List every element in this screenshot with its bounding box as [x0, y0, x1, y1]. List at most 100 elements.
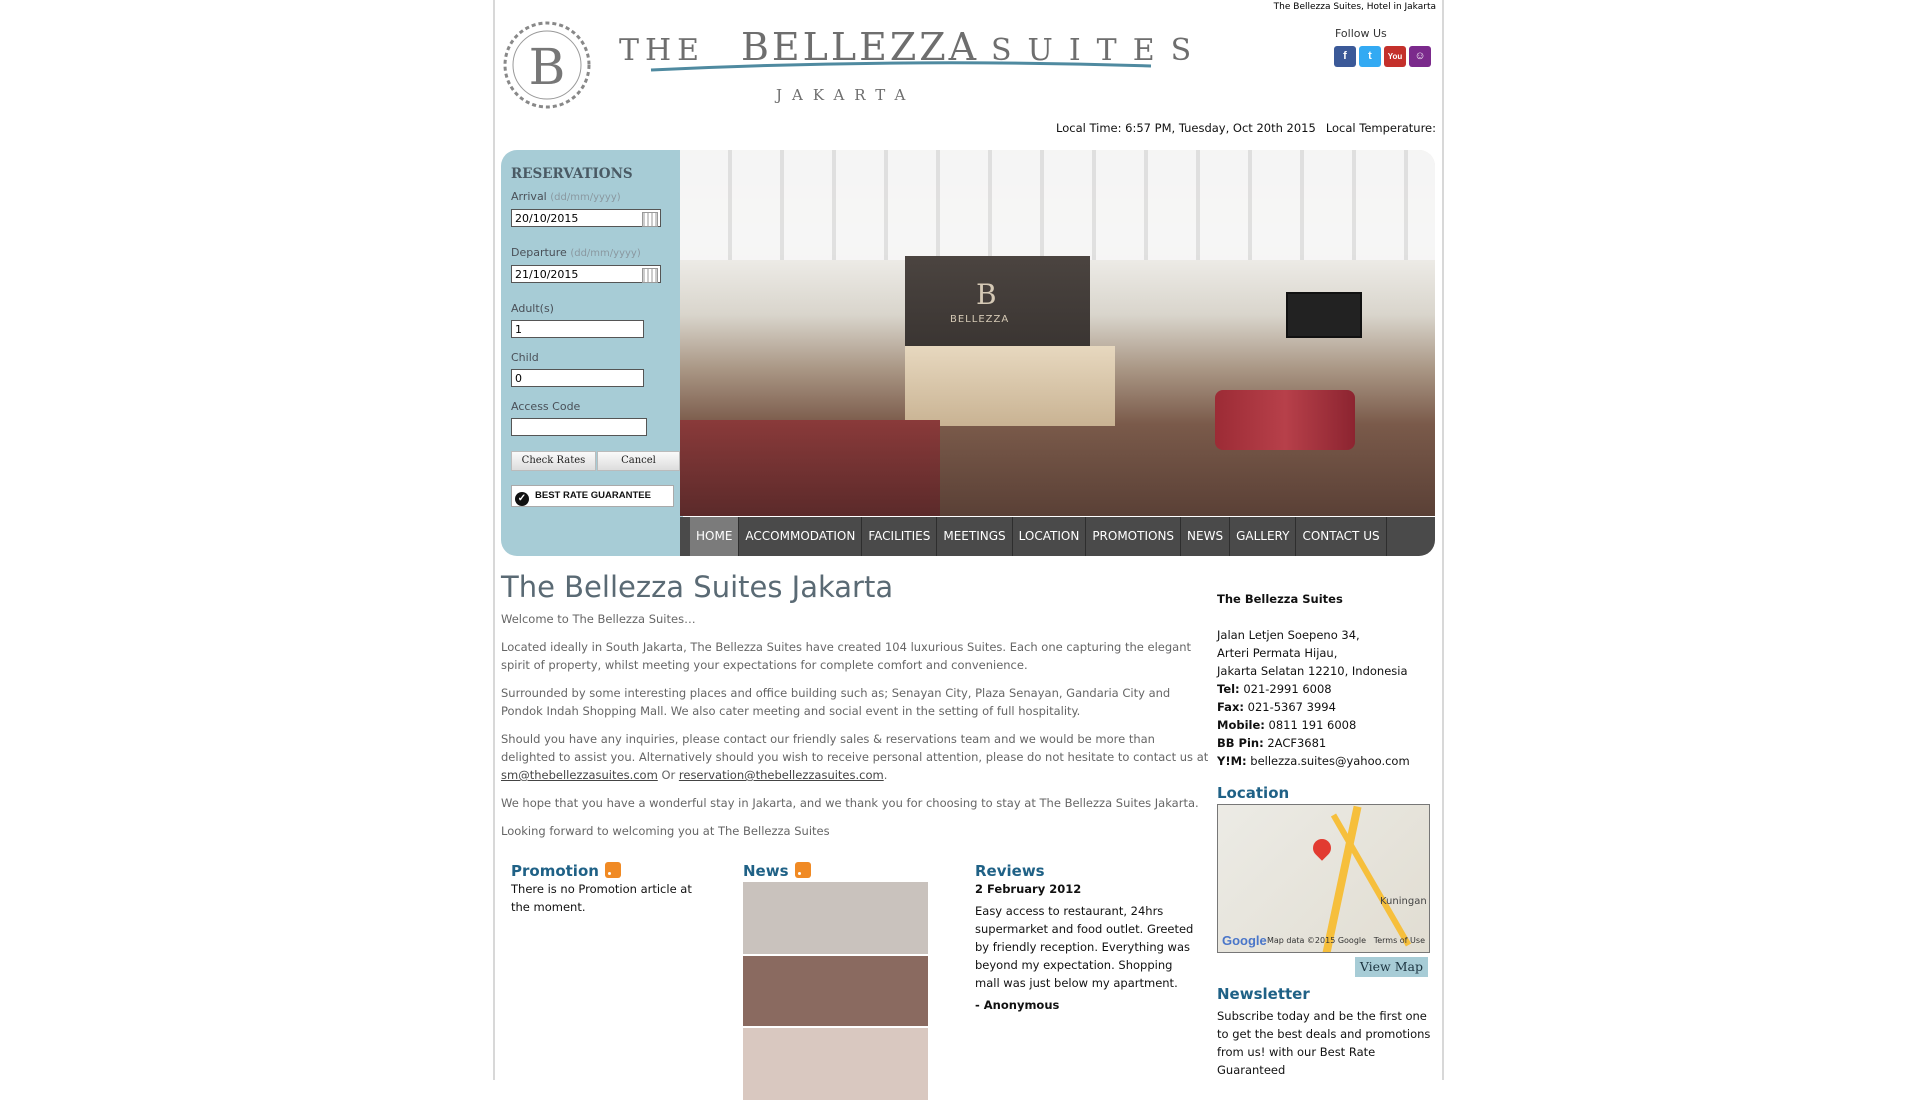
access-code-label: Access Code — [511, 400, 581, 413]
adults-input[interactable]: 1 — [511, 320, 644, 338]
newsletter-text: Subscribe today and be the first one to … — [1217, 1009, 1431, 1077]
view-map-button[interactable]: View Map — [1354, 957, 1428, 977]
surroundings-paragraph: Surrounded by some interesting places an… — [501, 686, 1171, 718]
hero-ceiling — [680, 150, 1435, 260]
page-title: The Bellezza Suites Jakarta — [501, 570, 894, 604]
sales-email-link[interactable]: sm@thebellezzasuites.com — [501, 768, 658, 782]
hero-desk-text: BELLEZZA — [950, 314, 1010, 325]
sidebar: The Bellezza Suites Jalan Letjen Soepeno… — [1217, 590, 1432, 1079]
closing-paragraph: Looking forward to welcoming you at The … — [501, 824, 830, 838]
local-time: Local Time: 6:57 PM, Tuesday, Oct 20th 2… — [1056, 121, 1316, 135]
review-author: - Anonymous — [975, 998, 1060, 1012]
departure-hint: (dd/mm/yyyy) — [570, 248, 641, 259]
child-label: Child — [511, 351, 539, 364]
terms-of-use-link[interactable]: Terms of Use — [1374, 936, 1425, 945]
logo-city: JAKARTA — [774, 86, 915, 104]
checkmark-icon: ✓ — [515, 492, 529, 506]
rss-icon[interactable] — [604, 862, 621, 878]
promotion-title[interactable]: Promotion — [511, 862, 711, 880]
google-logo: Google — [1222, 933, 1267, 948]
departure-label: Departure (dd/mm/yyyy) — [511, 246, 641, 259]
access-code-input[interactable] — [511, 418, 647, 436]
welcome-text: Welcome to The Bellezza Suites… — [501, 612, 696, 626]
bb-pin-row: BB Pin: 2ACF3681 — [1217, 736, 1327, 750]
nav-accommodation[interactable]: ACCOMMODATION — [739, 517, 863, 556]
tel-row: Tel: 021-2991 6008 — [1217, 682, 1332, 696]
laurel-emblem: B — [503, 21, 591, 109]
hero-rug — [680, 420, 940, 516]
address-line-3: Jakarta Selatan 12210, Indonesia — [1217, 664, 1408, 678]
arrival-value: 20/10/2015 — [515, 212, 579, 225]
contact-paragraph: Should you have any inquiries, please co… — [501, 732, 1209, 782]
intro-paragraph: Located ideally in South Jakarta, The Be… — [501, 640, 1192, 672]
location-title: Location — [1217, 784, 1290, 802]
nav-gallery[interactable]: GALLERY — [1230, 517, 1297, 556]
newsletter-title: Newsletter — [1217, 985, 1310, 1003]
news-section: News — [743, 862, 933, 1100]
main-nav: HOME ACCOMMODATION FACILITIES MEETINGS L… — [680, 517, 1435, 556]
hero-tv — [1286, 292, 1362, 338]
arrival-date-input[interactable]: 20/10/2015 — [511, 209, 661, 227]
best-rate-label: BEST RATE GUARANTEE — [535, 490, 651, 501]
map-attribution: Map data ©2015 Google Terms of Use — [1266, 936, 1425, 945]
reservation-email-link[interactable]: reservation@thebellezzasuites.com — [679, 768, 884, 782]
address-line-2: Arteri Permata Hijau, — [1217, 646, 1338, 660]
arrival-hint: (dd/mm/yyyy) — [550, 192, 621, 203]
promotion-text: There is no Promotion article at the mom… — [511, 882, 692, 914]
fax-row: Fax: 021-5367 3994 — [1217, 700, 1336, 714]
map-place-label: Kuningan — [1380, 896, 1427, 907]
nav-meetings[interactable]: MEETINGS — [937, 517, 1013, 556]
nav-home[interactable]: HOME — [690, 517, 740, 556]
youtube-icon[interactable]: You — [1384, 46, 1406, 67]
best-rate-guarantee-badge[interactable]: ✓ BEST RATE GUARANTEE — [511, 485, 674, 507]
reservations-title: RESERVATIONS — [511, 166, 633, 182]
social-links: f t You ☺ — [1334, 46, 1431, 67]
calendar-icon[interactable] — [642, 268, 658, 283]
local-info: Local Time: 6:57 PM, Tuesday, Oct 20th 2… — [1056, 121, 1436, 135]
calendar-icon[interactable] — [642, 212, 658, 227]
nav-promotions[interactable]: PROMOTIONS — [1086, 517, 1182, 556]
twitter-icon[interactable]: t — [1359, 46, 1381, 67]
or-text: Or — [661, 768, 676, 782]
nav-contact-us[interactable]: CONTACT US — [1296, 517, 1387, 556]
facebook-icon[interactable]: f — [1334, 46, 1356, 67]
departure-value: 21/10/2015 — [515, 268, 579, 281]
local-temperature: Local Temperature: — [1325, 121, 1436, 135]
follow-us-label: Follow Us — [1335, 27, 1387, 40]
logo-monogram: B — [529, 38, 566, 96]
news-title[interactable]: News — [743, 862, 933, 880]
news-photo-collage[interactable] — [743, 882, 928, 1100]
hero-monogram: B — [976, 278, 997, 311]
arrival-label: Arrival (dd/mm/yyyy) — [511, 190, 621, 203]
site-tagline: The Bellezza Suites, Hotel in Jakarta — [1273, 2, 1436, 12]
child-input[interactable]: 0 — [511, 369, 644, 387]
departure-date-input[interactable]: 21/10/2015 — [511, 265, 661, 283]
review-text: Easy access to restaurant, 24hrs superma… — [975, 904, 1194, 990]
rss-icon[interactable] — [794, 862, 811, 878]
nav-news[interactable]: NEWS — [1181, 517, 1231, 556]
adults-label: Adult(s) — [511, 302, 554, 315]
contact-hotel-name: The Bellezza Suites — [1217, 592, 1343, 606]
page-container: The Bellezza Suites, Hotel in Jakarta B … — [493, 0, 1444, 1100]
location-map[interactable]: Kuningan Google Map data ©2015 Google Te… — [1217, 804, 1430, 953]
cancel-button[interactable]: Cancel — [597, 451, 680, 471]
reviews-title[interactable]: Reviews — [975, 862, 1195, 880]
review-date: 2 February 2012 — [975, 882, 1082, 896]
check-rates-button[interactable]: Check Rates — [511, 451, 596, 471]
hero-lobby-image: B BELLEZZA — [680, 150, 1435, 516]
address-line-1: Jalan Letjen Soepeno 34, — [1217, 628, 1360, 642]
contact-text: Should you have any inquiries, please co… — [501, 732, 1209, 764]
logo-the: THE — [619, 33, 705, 68]
yahoo-messenger-icon[interactable]: ☺ — [1409, 46, 1431, 67]
main-content: The Bellezza Suites Jakarta Welcome to T… — [501, 570, 1211, 850]
hotel-logo[interactable]: B THE BELLEZZA SUITES JAKARTA — [501, 18, 1221, 110]
nav-facilities[interactable]: FACILITIES — [862, 517, 938, 556]
ym-row: Y!M: bellezza.suites@yahoo.com — [1217, 754, 1410, 768]
hero-reception-desk — [905, 346, 1115, 426]
map-pin-icon[interactable] — [1309, 835, 1335, 861]
promotion-section: Promotion There is no Promotion article … — [511, 862, 711, 916]
nav-location[interactable]: LOCATION — [1013, 517, 1087, 556]
thanks-paragraph: We hope that you have a wonderful stay i… — [501, 796, 1199, 810]
reviews-section: Reviews 2 February 2012 Easy access to r… — [975, 862, 1195, 1014]
mobile-row: Mobile: 0811 191 6008 — [1217, 718, 1357, 732]
